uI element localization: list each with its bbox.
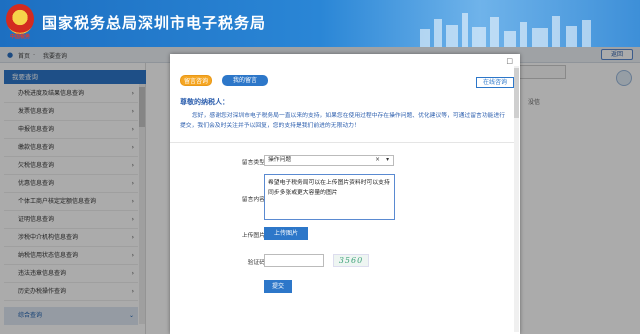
clear-icon[interactable]: × [375, 156, 380, 165]
message-type-label: 留言类型 [241, 160, 265, 166]
close-icon[interactable]: □ [506, 57, 513, 65]
city-skyline-decoration [410, 8, 610, 47]
message-modal: □ 留言咨询 我的留言 在线咨询 尊敬的纳税人： 您好，感谢您对深圳市电子税务局… [170, 54, 520, 334]
intro-text: 您好，感谢您对深圳市电子税务局一直以来的支持，如果您在使用过程中存在操作问题、优… [180, 113, 506, 129]
tab-leave-message[interactable]: 留言咨询 [180, 75, 212, 86]
message-type-select[interactable]: 操作问题 × ▾ [264, 155, 394, 166]
captcha-image[interactable]: 3560 [333, 254, 369, 267]
chevron-down-icon[interactable]: ▾ [386, 156, 389, 165]
scrollbar-thumb[interactable] [514, 68, 519, 118]
submit-button[interactable]: 提交 [264, 280, 292, 293]
modal-scrollbar[interactable] [514, 66, 519, 332]
message-content-label: 留言内容 [241, 197, 265, 203]
site-header: 中国税务 国家税务总局深圳市电子税务局 [0, 0, 640, 47]
message-type-value: 操作问题 [268, 157, 292, 163]
captcha-label: 验证码 [247, 260, 265, 266]
tax-emblem-logo [6, 4, 34, 34]
divider [170, 142, 514, 143]
message-content-textarea[interactable]: 希望电子税务局可以在上传图片资料时可以支持同步多张或更大容量的图片 [264, 174, 395, 220]
site-title: 国家税务总局深圳市电子税务局 [42, 14, 267, 32]
captcha-input[interactable] [264, 254, 324, 267]
greeting-text: 尊敬的纳税人： [180, 98, 229, 106]
online-consult-button[interactable]: 在线咨询 [476, 77, 514, 88]
upload-image-button[interactable]: 上传图片 [264, 227, 308, 240]
emblem-caption: 中国税务 [9, 34, 30, 40]
upload-image-label: 上传图片 [241, 233, 265, 239]
tab-my-messages[interactable]: 我的留言 [222, 75, 268, 86]
